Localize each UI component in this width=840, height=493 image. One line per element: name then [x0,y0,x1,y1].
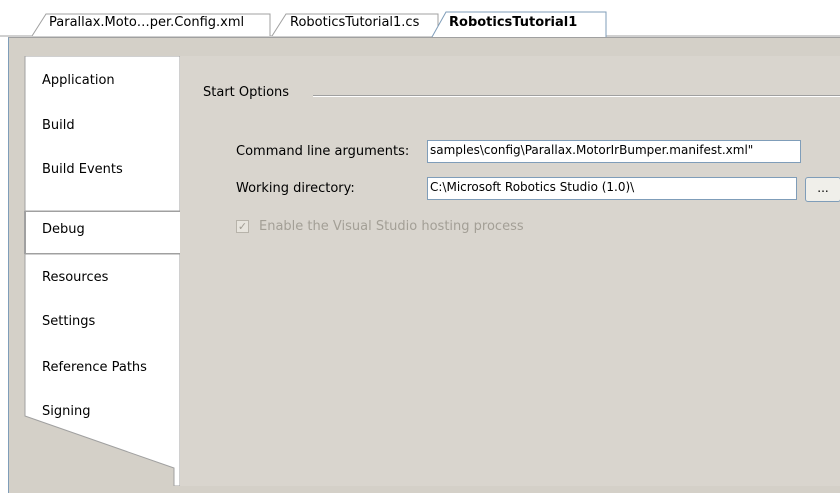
category-reference-paths[interactable]: Reference Paths [42,360,147,375]
tab-parallax-config[interactable]: Parallax.Moto…per.Config.xml [49,15,244,35]
document-tab-strip: Parallax.Moto…per.Config.xml RoboticsTut… [0,0,840,37]
tab-robotics-tutorial-cs[interactable]: RoboticsTutorial1.cs [290,15,419,35]
category-build-events[interactable]: Build Events [42,162,123,177]
category-debug[interactable]: Debug [42,222,85,237]
debug-settings-content: Start Options Command line arguments: sa… [180,56,840,486]
command-line-label: Command line arguments: [236,144,410,159]
working-directory-label: Working directory: [236,181,355,196]
category-application[interactable]: Application [42,73,115,88]
command-line-arguments-input[interactable]: samples\config\Parallax.MotorIrBumper.ma… [427,140,801,163]
hosting-process-checkbox[interactable]: ✓ [236,220,249,233]
category-settings[interactable]: Settings [42,314,95,329]
tab-robotics-tutorial-project[interactable]: RoboticsTutorial1 [449,15,577,35]
start-options-divider [313,95,840,97]
start-options-title: Start Options [203,85,290,100]
browse-button[interactable]: ... [805,177,840,202]
category-signing[interactable]: Signing [42,404,90,419]
category-build[interactable]: Build [42,118,75,133]
project-properties-panel: Application Build Build Events Debug Res… [8,37,840,493]
content-background [180,56,840,486]
hosting-process-label: Enable the Visual Studio hosting process [259,219,524,234]
category-resources[interactable]: Resources [42,270,108,285]
category-list: Application Build Build Events Debug Res… [24,56,181,486]
working-directory-input[interactable]: C:\Microsoft Robotics Studio (1.0)\ [427,177,797,200]
